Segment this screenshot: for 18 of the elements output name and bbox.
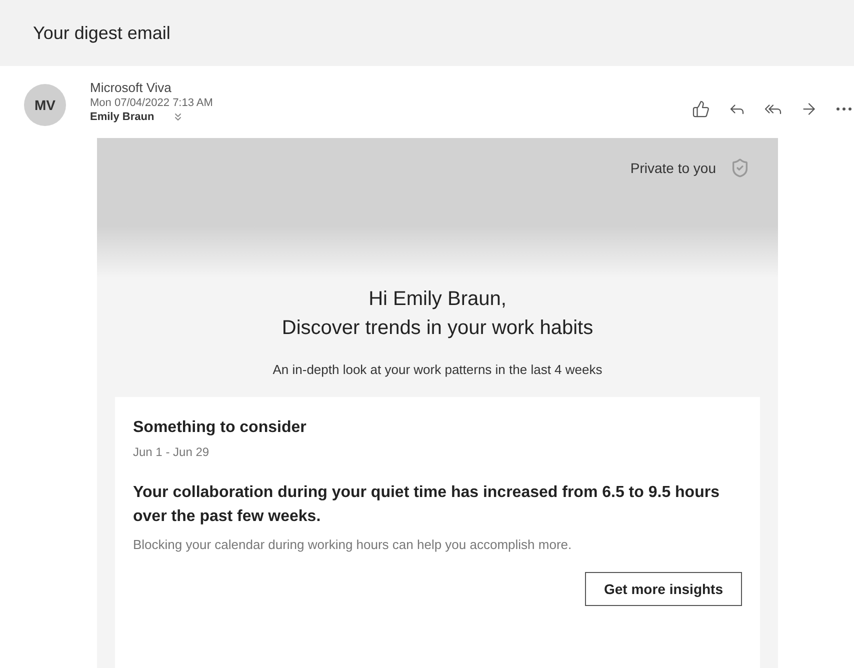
page-title: Your digest email: [33, 22, 170, 44]
insight-tip: Blocking your calendar during working hours can help you accomplish more.: [133, 537, 573, 552]
thumbs-up-icon: [692, 100, 710, 118]
insights-button[interactable]: Get more insights: [584, 572, 742, 606]
avatar: MV: [24, 84, 66, 126]
date-range: Jun 1 - Jun 29: [133, 445, 210, 459]
more-icon: [836, 107, 852, 111]
sent-date: Mon 07/04/2022 7:13 AM: [90, 97, 213, 109]
recipient-name: Emily Braun: [90, 111, 154, 123]
greeting: Hi Emily Braun,: [368, 288, 506, 311]
sender-name: Microsoft Viva: [90, 80, 172, 95]
thumbs-up-button[interactable]: [690, 98, 712, 120]
insight-title: Something to consider: [133, 419, 308, 437]
headline: Discover trends in your work habits: [282, 317, 594, 340]
shield-icon: [730, 158, 750, 178]
subtitle: An in-depth look at your work patterns in the last 4 weeks: [272, 362, 602, 377]
privacy-label: Private to you: [630, 160, 716, 176]
insight-statement: Your collaboration during your quiet time has increased from 6.5 to 9.5 hours over the past few weeks.: [133, 483, 720, 527]
